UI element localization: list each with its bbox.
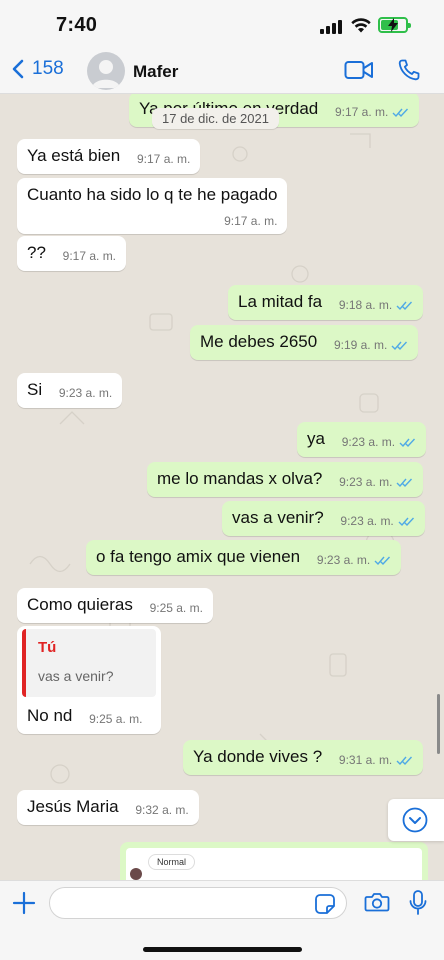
read-ticks-icon: [396, 478, 413, 488]
read-ticks-icon: [396, 301, 413, 311]
message-input[interactable]: [49, 887, 347, 919]
message-time: 9:23 a. m.: [58, 386, 113, 400]
image-label: Normal: [148, 854, 196, 870]
message-time: 9:32 a. m.: [135, 803, 189, 817]
message-time: 9:18 a. m.: [338, 298, 393, 312]
message-text: Si: [27, 380, 43, 399]
message-time: 9:17 a. m.: [62, 249, 117, 263]
message-bubble[interactable]: o fa tengo amix que vienen 9:23 a. m.: [86, 540, 402, 575]
read-ticks-icon: [374, 556, 391, 566]
message-time: 9:25 a. m.: [149, 601, 203, 615]
status-bar: 7:40: [0, 0, 444, 50]
message-text: No nd: [27, 706, 73, 725]
message-bubble[interactable]: Jesús Maria 9:32 a. m.: [17, 790, 199, 825]
message-text: Cuanto ha sido lo q te he pagado: [27, 185, 278, 204]
message-bubble[interactable]: Ya donde vives ? 9:31 a. m.: [183, 740, 424, 775]
chat-header: 158 Mafer: [0, 50, 444, 94]
message-time: 9:31 a. m.: [338, 753, 393, 767]
message-time: 9:23 a. m.: [339, 475, 393, 489]
message-bubble[interactable]: me lo mandas x olva? 9:23 a. m.: [147, 462, 424, 497]
wifi-icon: [351, 18, 371, 33]
plus-icon[interactable]: [12, 891, 36, 915]
contact-avatar-icon[interactable]: [87, 52, 125, 90]
read-ticks-icon: [398, 517, 414, 527]
message-time: 9:17 a. m.: [224, 214, 278, 228]
signal-icon: [320, 20, 342, 34]
unread-count: 158: [32, 58, 64, 79]
message-text: ??: [27, 243, 46, 262]
composer-bar: [0, 880, 444, 960]
message-time: 9:23 a. m.: [341, 435, 396, 449]
microphone-icon[interactable]: [408, 889, 428, 917]
back-chevron-icon: [12, 59, 24, 79]
back-button[interactable]: 158: [12, 58, 64, 80]
camera-icon[interactable]: [364, 891, 390, 913]
message-text: vas a venir?: [232, 508, 324, 527]
scrollbar[interactable]: [437, 694, 440, 754]
phone-icon[interactable]: [397, 58, 421, 82]
message-time: 9:23 a. m.: [340, 514, 394, 528]
message-text: Ya está bien: [27, 146, 121, 165]
sticker-icon[interactable]: [314, 893, 336, 915]
message-bubble[interactable]: vas a venir? 9:23 a. m.: [222, 501, 425, 536]
message-bubble[interactable]: Si 9:23 a. m.: [17, 373, 123, 408]
message-text: o fa tengo amix que vienen: [96, 547, 301, 566]
video-call-icon[interactable]: [344, 59, 374, 81]
scroll-down-icon: [402, 807, 428, 833]
message-bubble[interactable]: Me debes 2650 9:19 a. m.: [190, 325, 419, 360]
message-bubble[interactable]: Como quieras 9:25 a. m.: [17, 588, 213, 623]
message-time: 9:25 a. m.: [89, 712, 143, 726]
battery-icon: [378, 17, 411, 33]
message-bubble[interactable]: ?? 9:17 a. m.: [17, 236, 127, 271]
message-time: 9:23 a. m.: [316, 553, 371, 567]
message-bubble[interactable]: ya 9:23 a. m.: [297, 422, 427, 457]
reply-message-bubble[interactable]: Tú vas a venir? No nd 9:25 a. m.: [17, 626, 161, 734]
message-text: Como quieras: [27, 595, 133, 614]
message-bubble[interactable]: Cuanto ha sido lo q te he pagado 9:17 a.…: [17, 178, 288, 234]
message-text: ya: [307, 429, 325, 448]
message-bubble[interactable]: Ya está bien 9:17 a. m.: [17, 139, 201, 174]
quoted-author: Tú: [38, 639, 57, 656]
message-text: La mitad fa: [238, 292, 323, 311]
message-time: 9:17 a. m.: [137, 152, 191, 166]
message-text: Jesús Maria: [27, 797, 119, 816]
image-avatar: [130, 868, 142, 880]
quoted-message[interactable]: Tú vas a venir?: [22, 629, 156, 697]
message-text: me lo mandas x olva?: [157, 469, 323, 488]
message-text: Me debes 2650: [200, 332, 318, 351]
read-ticks-icon: [396, 756, 413, 766]
message-time: 9:17 a. m.: [334, 105, 389, 119]
image-preview[interactable]: Normal: [126, 848, 422, 880]
read-ticks-icon: [399, 438, 416, 448]
contact-name[interactable]: Mafer: [133, 62, 178, 82]
message-bubble[interactable]: La mitad fa 9:18 a. m.: [228, 285, 424, 320]
scroll-to-bottom-button[interactable]: [388, 799, 444, 841]
read-ticks-icon: [391, 341, 408, 351]
status-time: 7:40: [56, 14, 98, 36]
read-ticks-icon: [392, 108, 409, 118]
quoted-text: vas a venir?: [38, 668, 114, 684]
chat-area[interactable]: Ya por último en verdad 9:17 a. m. 17 de…: [0, 94, 444, 880]
image-message-bubble[interactable]: Normal: [120, 842, 428, 880]
date-separator: 17 de dic. de 2021: [152, 108, 279, 129]
message-time: 9:19 a. m.: [333, 338, 388, 352]
message-text: Ya donde vives ?: [193, 747, 323, 766]
home-indicator: [143, 947, 302, 952]
